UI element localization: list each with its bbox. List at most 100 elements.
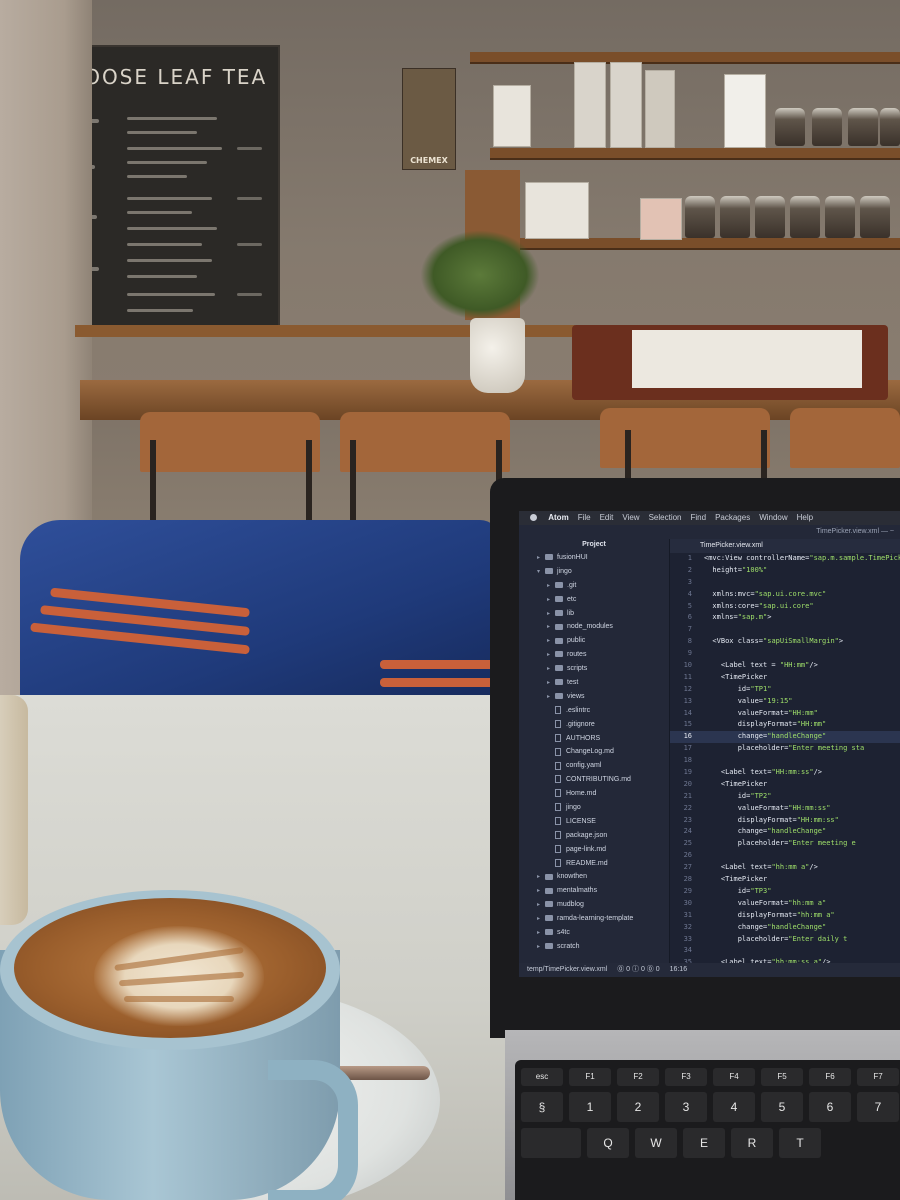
tree-folder[interactable]: ▸ routes xyxy=(519,648,669,662)
tree-file[interactable]: CONTRIBUTING.md xyxy=(519,773,669,787)
key[interactable]: F5 xyxy=(761,1068,803,1086)
key[interactable]: R xyxy=(731,1128,773,1158)
code-line[interactable]: 34 xyxy=(670,945,900,957)
code-line[interactable]: 20 <TimePicker xyxy=(670,779,900,791)
key[interactable]: 2 xyxy=(617,1092,659,1122)
code-line[interactable]: 25 placeholder="Enter meeting e xyxy=(670,838,900,850)
tree-folder[interactable]: ▸ mentalmaths xyxy=(519,884,669,898)
key[interactable]: 3 xyxy=(665,1092,707,1122)
code-line[interactable]: 6 xmlns="sap.m"> xyxy=(670,612,900,624)
chevron-right-icon[interactable]: ▸ xyxy=(537,913,545,927)
code-line[interactable]: 17 placeholder="Enter meeting sta xyxy=(670,743,900,755)
chevron-right-icon[interactable]: ▸ xyxy=(537,941,545,955)
code-line[interactable]: 1 <mvc:View controllerName="sap.m.sample.… xyxy=(670,553,900,565)
tree-folder[interactable]: ▸ ramda-learning-template xyxy=(519,912,669,926)
tree-folder[interactable]: ▸ node_modules xyxy=(519,620,669,634)
code-line[interactable]: 9 xyxy=(670,648,900,660)
code-line[interactable]: 18 xyxy=(670,755,900,767)
code-line[interactable]: 24 change="handleChange" xyxy=(670,826,900,838)
key[interactable]: Q xyxy=(587,1128,629,1158)
tree-file[interactable]: jingo xyxy=(519,801,669,815)
tree-file[interactable]: Home.md xyxy=(519,787,669,801)
tree-file[interactable]: .eslintrc xyxy=(519,704,669,718)
chevron-right-icon[interactable]: ▸ xyxy=(547,663,555,677)
tree-file[interactable]: page-link.md xyxy=(519,843,669,857)
menu-item[interactable]: Help xyxy=(797,511,813,525)
code-line[interactable]: 28 <TimePicker xyxy=(670,874,900,886)
status-path[interactable]: temp/TimePicker.view.xml xyxy=(527,963,607,977)
code-line[interactable]: 32 change="handleChange" xyxy=(670,922,900,934)
status-cursor[interactable]: 16:16 xyxy=(670,963,688,977)
key[interactable]: F1 xyxy=(569,1068,611,1086)
menu-item[interactable]: Edit xyxy=(600,511,614,525)
chevron-right-icon[interactable]: ▸ xyxy=(547,621,555,635)
chevron-right-icon[interactable]: ▸ xyxy=(537,871,545,885)
tree-folder[interactable]: ▸ fusionHUI xyxy=(519,551,669,565)
chevron-right-icon[interactable]: ▸ xyxy=(547,649,555,663)
code-line[interactable]: 30 valueFormat="hh:mm a" xyxy=(670,898,900,910)
code-line[interactable]: 13 value="19:15" xyxy=(670,696,900,708)
code-line[interactable]: 31 displayFormat="hh:mm a" xyxy=(670,910,900,922)
tree-file[interactable]: README.md xyxy=(519,857,669,871)
chevron-right-icon[interactable]: ▸ xyxy=(547,594,555,608)
key[interactable]: W xyxy=(635,1128,677,1158)
code-line[interactable]: 29 id="TP3" xyxy=(670,886,900,898)
key[interactable]: F2 xyxy=(617,1068,659,1086)
chevron-right-icon[interactable]: ▸ xyxy=(547,677,555,691)
code-line[interactable]: 26 xyxy=(670,850,900,862)
code-line[interactable]: 11 <TimePicker xyxy=(670,672,900,684)
code-line[interactable]: 4 xmlns:mvc="sap.ui.core.mvc" xyxy=(670,589,900,601)
tree-file[interactable]: AUTHORS xyxy=(519,732,669,746)
code-line[interactable]: 27 <Label text="hh:mm a"/> xyxy=(670,862,900,874)
tree-folder[interactable]: ▸ mudblog xyxy=(519,898,669,912)
tree-folder[interactable]: ▸ scripts xyxy=(519,662,669,676)
chevron-right-icon[interactable]: ▸ xyxy=(547,691,555,705)
tree-folder[interactable]: ▸ lib xyxy=(519,607,669,621)
code-line[interactable]: 23 displayFormat="HH:mm:ss" xyxy=(670,815,900,827)
code-line[interactable]: 2 height="100%" xyxy=(670,565,900,577)
tree-folder[interactable]: ▸ views xyxy=(519,690,669,704)
key[interactable]: F3 xyxy=(665,1068,707,1086)
key[interactable]: 1 xyxy=(569,1092,611,1122)
chevron-right-icon[interactable]: ▸ xyxy=(547,635,555,649)
key[interactable]: F7 xyxy=(857,1068,899,1086)
key[interactable]: § xyxy=(521,1092,563,1122)
tree-folder[interactable]: ▸ s4tc xyxy=(519,926,669,940)
code-editor[interactable]: TimePicker.view.xml 1 <mvc:View controlle… xyxy=(670,539,900,963)
tree-file[interactable]: config.yaml xyxy=(519,759,669,773)
editor-tab[interactable]: TimePicker.view.xml xyxy=(670,539,900,553)
code-line[interactable]: 7 xyxy=(670,624,900,636)
chevron-right-icon[interactable]: ▸ xyxy=(537,899,545,913)
key[interactable]: E xyxy=(683,1128,725,1158)
code-line[interactable]: 33 placeholder="Enter daily t xyxy=(670,934,900,946)
tree-folder[interactable]: ▾ jingo xyxy=(519,565,669,579)
tree-folder[interactable]: ▸ test xyxy=(519,676,669,690)
chevron-right-icon[interactable]: ▸ xyxy=(547,580,555,594)
status-counts[interactable]: ⓪ 0 ⓘ 0 ⓪ 0 xyxy=(617,963,659,977)
key[interactable]: 4 xyxy=(713,1092,755,1122)
menu-item[interactable]: Window xyxy=(759,511,787,525)
key[interactable]: 5 xyxy=(761,1092,803,1122)
key[interactable]: 7 xyxy=(857,1092,899,1122)
code-line[interactable]: 14 valueFormat="HH:mm" xyxy=(670,708,900,720)
key[interactable]: F4 xyxy=(713,1068,755,1086)
apple-icon[interactable] xyxy=(530,514,537,522)
menu-item[interactable]: Atom xyxy=(548,511,568,525)
code-line[interactable]: 19 <Label text="HH:mm:ss"/> xyxy=(670,767,900,779)
code-line[interactable]: 12 id="TP1" xyxy=(670,684,900,696)
menu-item[interactable]: Find xyxy=(691,511,707,525)
chevron-right-icon[interactable]: ▸ xyxy=(547,608,555,622)
code-line[interactable]: 3 xyxy=(670,577,900,589)
menu-item[interactable]: View xyxy=(622,511,639,525)
chevron-right-icon[interactable]: ▸ xyxy=(537,552,545,566)
tree-file[interactable]: package.json xyxy=(519,829,669,843)
code-line[interactable]: 10 <Label text = "HH:mm"/> xyxy=(670,660,900,672)
code-line[interactable]: 16 change="handleChange" xyxy=(670,731,900,744)
tree-folder[interactable]: ▸ scratch xyxy=(519,940,669,954)
tree-file[interactable]: .gitignore xyxy=(519,718,669,732)
code-line[interactable]: 21 id="TP2" xyxy=(670,791,900,803)
tree-folder[interactable]: ▸ etc xyxy=(519,593,669,607)
code-line[interactable]: 5 xmlns:core="sap.ui.core" xyxy=(670,601,900,613)
key[interactable]: 6 xyxy=(809,1092,851,1122)
menu-item[interactable]: File xyxy=(578,511,591,525)
